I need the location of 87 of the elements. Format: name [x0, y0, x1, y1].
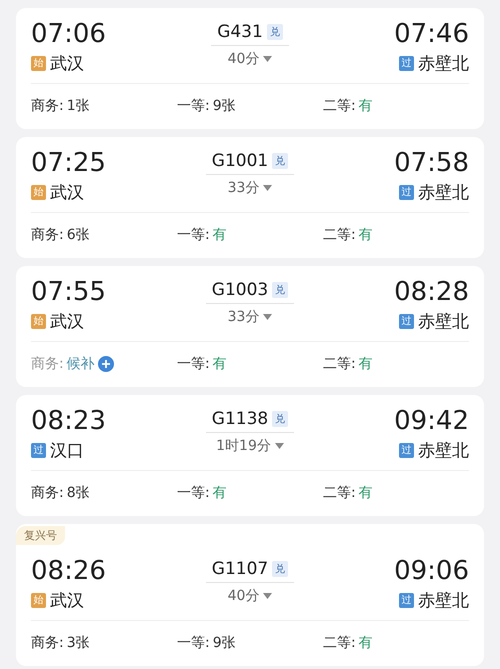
- seat-availability: 9张: [212, 634, 236, 652]
- arrival-time: 09:42: [394, 405, 469, 437]
- add-icon[interactable]: [98, 356, 114, 372]
- departure-time: 08:23: [31, 405, 106, 437]
- station-tag: 始: [31, 185, 46, 200]
- seat-availability: 有: [358, 226, 373, 244]
- departure-time: 08:26: [31, 555, 106, 587]
- departure-time: 07:06: [31, 18, 106, 50]
- duration: 1时19分: [216, 437, 271, 455]
- departure-station: 武汉: [50, 53, 84, 75]
- seat-class-label: 一等:: [177, 484, 210, 502]
- station-tag: 过: [31, 443, 46, 458]
- seat-class-label: 商务:: [31, 484, 64, 502]
- dropdown-caret-icon[interactable]: [274, 443, 284, 449]
- duration: 40分: [228, 50, 260, 68]
- departure-station: 武汉: [50, 311, 84, 333]
- duration: 40分: [228, 587, 260, 605]
- seat-availability: 有: [358, 484, 373, 502]
- station-tag: 过: [399, 185, 414, 200]
- train-number: G431: [217, 22, 263, 42]
- exchange-badge: 兑: [272, 561, 288, 577]
- arrival-time: 08:28: [394, 276, 469, 308]
- dropdown-caret-icon[interactable]: [263, 56, 272, 62]
- dropdown-caret-icon[interactable]: [263, 185, 272, 191]
- train-card[interactable]: 07:06 始 武汉 G431 兑 40分 07:46 过 赤壁北 商务: 1张 一等: 9张 二等: 有: [16, 8, 484, 129]
- arrival-time: 07:46: [394, 18, 469, 50]
- train-number: G1138: [212, 409, 268, 429]
- seat-availability: 有: [358, 634, 373, 652]
- exchange-badge: 兑: [266, 24, 283, 40]
- arrival-station: 赤壁北: [418, 53, 469, 75]
- seat-class-label: 一等:: [177, 355, 210, 373]
- arrival-time: 09:06: [394, 555, 469, 587]
- departure-station: 武汉: [50, 182, 84, 204]
- arrival-station: 赤壁北: [418, 590, 469, 612]
- seat-class-label: 一等:: [177, 97, 210, 115]
- seat-availability: 有: [212, 484, 227, 502]
- departure-time: 07:55: [31, 276, 106, 308]
- arrival-station: 赤壁北: [418, 440, 469, 462]
- station-tag: 过: [399, 443, 414, 458]
- seat-class-label: 二等:: [323, 355, 356, 373]
- station-tag: 过: [399, 56, 414, 71]
- duration: 33分: [228, 179, 260, 197]
- seat-availability: 8张: [66, 484, 90, 502]
- station-tag: 过: [399, 593, 414, 608]
- dropdown-caret-icon[interactable]: [263, 593, 272, 599]
- train-number: G1107: [212, 559, 268, 579]
- station-tag: 始: [31, 593, 46, 608]
- seat-availability: 3张: [66, 634, 90, 652]
- seat-availability: 有: [212, 226, 227, 244]
- arrival-time: 07:58: [394, 147, 469, 179]
- seat-availability: 有: [212, 355, 227, 373]
- station-tag: 过: [399, 314, 414, 329]
- train-number: G1003: [212, 280, 268, 300]
- seat-class-label: 一等:: [177, 226, 210, 244]
- seat-class-label: 商务:: [31, 97, 64, 115]
- train-card[interactable]: 07:55 始 武汉 G1003 兑 33分 08:28 过 赤壁北 商务: 候补 一等: 有 二等: 有: [16, 266, 484, 387]
- seat-class-label: 二等:: [323, 226, 356, 244]
- seat-class-label: 商务:: [31, 355, 64, 373]
- train-card[interactable]: 复兴号 08:26 始 武汉 G1107 兑 40分 09:06 过 赤壁北 商务: 3张 一等: 9张 二等: 有: [16, 524, 484, 666]
- duration: 33分: [228, 308, 260, 326]
- train-number: G1001: [212, 151, 268, 171]
- seat-availability: 9张: [212, 97, 236, 115]
- seat-availability: 候补: [66, 355, 95, 373]
- departure-station: 汉口: [50, 440, 84, 462]
- seat-availability: 1张: [66, 97, 90, 115]
- exchange-badge: 兑: [272, 411, 288, 427]
- train-card[interactable]: 07:25 始 武汉 G1001 兑 33分 07:58 过 赤壁北 商务: 6张 一等: 有 二等: 有: [16, 137, 484, 258]
- arrival-station: 赤壁北: [418, 311, 469, 333]
- train-type-badge: 复兴号: [16, 526, 65, 545]
- departure-time: 07:25: [31, 147, 106, 179]
- seat-class-label: 二等:: [323, 484, 356, 502]
- dropdown-caret-icon[interactable]: [263, 314, 272, 320]
- exchange-badge: 兑: [272, 282, 288, 298]
- exchange-badge: 兑: [272, 153, 288, 169]
- seat-availability: 有: [358, 355, 373, 373]
- station-tag: 始: [31, 56, 46, 71]
- seat-class-label: 二等:: [323, 634, 356, 652]
- seat-class-label: 商务:: [31, 226, 64, 244]
- seat-availability: 6张: [66, 226, 90, 244]
- arrival-station: 赤壁北: [418, 182, 469, 204]
- seat-class-label: 一等:: [177, 634, 210, 652]
- station-tag: 始: [31, 314, 46, 329]
- departure-station: 武汉: [50, 590, 84, 612]
- seat-class-label: 二等:: [323, 97, 356, 115]
- train-card[interactable]: 08:23 过 汉口 G1138 兑 1时19分 09:42 过 赤壁北 商务: 8张 一等: 有 二等: 有: [16, 395, 484, 516]
- seat-availability: 有: [358, 97, 373, 115]
- seat-class-label: 商务:: [31, 634, 64, 652]
